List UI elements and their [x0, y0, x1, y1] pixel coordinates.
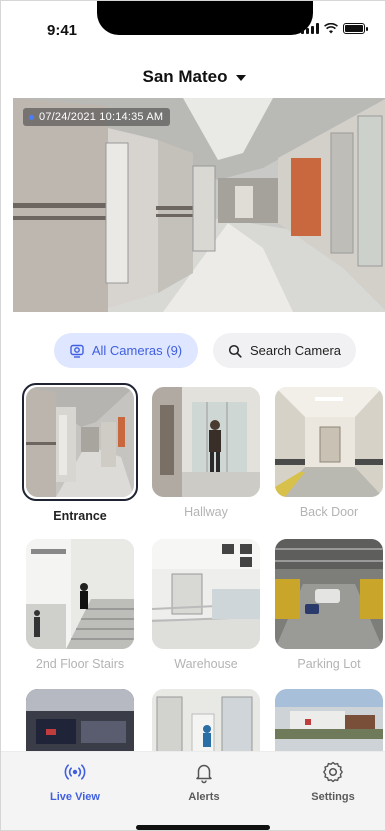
caret-down-icon: [235, 75, 246, 81]
bell-icon: [196, 764, 212, 784]
wifi-icon: [324, 23, 338, 34]
home-indicator[interactable]: [136, 825, 270, 830]
location-selector[interactable]: San Mateo: [1, 63, 385, 91]
location-name: San Mateo: [142, 67, 228, 86]
camera-label: Back Door: [299, 505, 359, 519]
camera-label: Hallway: [184, 505, 228, 519]
main-video-feed[interactable]: 07/24/2021 10:14:35 AM: [13, 98, 385, 312]
timestamp-text: 07/24/2021 10:14:35 AM: [39, 111, 164, 123]
camera-thumbnail: [26, 539, 134, 649]
bottom-tab-bar: Live View Alerts Settings: [1, 751, 385, 830]
all-cameras-chip[interactable]: All Cameras (9): [54, 333, 198, 368]
tab-label: Alerts: [188, 791, 220, 803]
battery-icon: [343, 23, 368, 34]
all-cameras-label: All Cameras (9): [91, 343, 183, 358]
hallway-video-image: [13, 98, 385, 312]
camera-tile-2nd-floor-stairs[interactable]: 2nd Floor Stairs: [26, 539, 134, 671]
live-signal-icon: [64, 764, 86, 780]
camera-label: Entrance: [53, 509, 107, 523]
camera-label: Warehouse: [174, 657, 238, 671]
camera-filter-bar: All Cameras (9) Search Camera: [1, 333, 385, 369]
camera-label: Parking Lot: [297, 657, 361, 671]
phone-screen: 9:41 San Mateo 07/24/2021 10:14:35 AM Al…: [0, 0, 386, 831]
camera-tile-warehouse[interactable]: Warehouse: [152, 539, 260, 671]
camera-thumbnail: [275, 539, 383, 649]
tab-label: Live View: [50, 791, 100, 803]
camera-thumbnail: [152, 539, 260, 649]
search-camera-button[interactable]: Search Camera: [213, 333, 356, 368]
camera-thumbnail: [275, 387, 383, 497]
camera-tile-entrance[interactable]: Entrance: [22, 383, 138, 523]
live-indicator-dot: [29, 114, 34, 120]
gear-icon: [323, 761, 343, 783]
device-notch: [97, 1, 313, 35]
camera-label: 2nd Floor Stairs: [35, 657, 125, 671]
cellular-signal-icon: [301, 23, 319, 34]
status-time: 9:41: [47, 22, 78, 39]
tab-label: Settings: [311, 791, 355, 803]
video-timestamp: 07/24/2021 10:14:35 AM: [23, 108, 171, 126]
tab-settings[interactable]: Settings: [293, 760, 373, 803]
status-bar: 9:41: [1, 1, 385, 61]
camera-thumbnail: [152, 387, 260, 497]
camera-tile-hallway[interactable]: Hallway: [152, 387, 260, 519]
search-icon: [228, 344, 242, 358]
search-camera-label: Search Camera: [249, 343, 342, 358]
status-icons: [301, 23, 368, 34]
camera-tile-parking-lot[interactable]: Parking Lot: [275, 539, 383, 671]
camera-thumbnail: [26, 387, 134, 497]
tab-alerts[interactable]: Alerts: [164, 760, 244, 803]
tab-live-view[interactable]: Live View: [35, 760, 115, 803]
camera-icon: [70, 344, 84, 358]
camera-tile-back-door[interactable]: Back Door: [275, 387, 383, 519]
